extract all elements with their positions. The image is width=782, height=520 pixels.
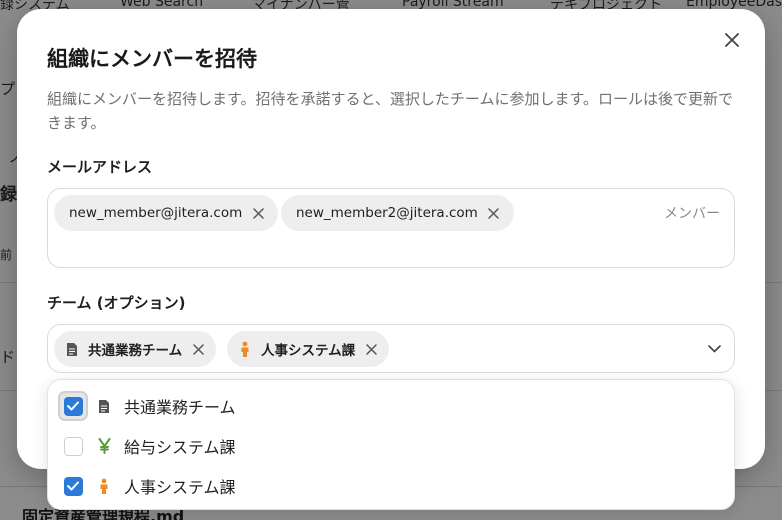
team-select[interactable]: 共通業務チーム 人事システム課 bbox=[47, 324, 735, 373]
close-icon bbox=[365, 343, 377, 355]
team-option-checkbox[interactable] bbox=[63, 476, 83, 496]
team-dropdown: 共通業務チーム 給与システム課 人事システム課 bbox=[47, 379, 735, 510]
document-icon bbox=[95, 396, 113, 416]
yen-icon bbox=[95, 436, 113, 456]
dropdown-toggle[interactable] bbox=[704, 339, 724, 359]
team-chip: 人事システム課 bbox=[227, 331, 390, 367]
team-chip-label: 人事システム課 bbox=[261, 343, 356, 359]
remove-team-button[interactable] bbox=[190, 341, 206, 357]
check-icon bbox=[67, 401, 79, 411]
person-icon bbox=[95, 476, 113, 496]
team-option-checkbox[interactable] bbox=[63, 396, 83, 416]
checkbox-focus-ring bbox=[60, 393, 86, 419]
team-option[interactable]: 給与システム課 bbox=[48, 426, 734, 466]
email-chip: new_member@jitera.com bbox=[54, 195, 279, 231]
modal-description: 組織にメンバーを招待します。招待を承諾すると、選択したチームに参加します。ロール… bbox=[47, 90, 733, 132]
close-icon bbox=[488, 207, 500, 219]
remove-team-button[interactable] bbox=[363, 341, 379, 357]
team-option[interactable]: 人事システム課 bbox=[48, 466, 734, 506]
email-label: メールアドレス bbox=[47, 158, 153, 176]
close-icon bbox=[252, 207, 264, 219]
close-icon bbox=[192, 343, 204, 355]
team-option-label: 人事システム課 bbox=[124, 478, 236, 497]
email-placeholder: メンバー bbox=[664, 206, 720, 222]
team-option[interactable]: 共通業務チーム bbox=[48, 386, 734, 426]
team-option-checkbox[interactable] bbox=[63, 436, 83, 456]
document-icon bbox=[62, 339, 82, 359]
email-chip-label: new_member2@jitera.com bbox=[296, 205, 478, 221]
remove-email-button[interactable] bbox=[486, 205, 502, 221]
checkbox-wrap bbox=[60, 433, 86, 459]
team-option-label: 給与システム課 bbox=[124, 438, 236, 457]
person-icon bbox=[235, 339, 255, 359]
team-chip-label: 共通業務チーム bbox=[88, 343, 183, 359]
remove-email-button[interactable] bbox=[250, 205, 266, 221]
close-button[interactable] bbox=[719, 27, 745, 53]
team-option-label: 共通業務チーム bbox=[124, 398, 236, 417]
team-chip: 共通業務チーム bbox=[54, 331, 217, 367]
chevron-down-icon bbox=[707, 345, 721, 353]
check-icon bbox=[67, 481, 79, 491]
modal-title: 組織にメンバーを招待 bbox=[47, 47, 257, 71]
email-chip: new_member2@jitera.com bbox=[281, 195, 514, 231]
checkbox-wrap bbox=[60, 473, 86, 499]
team-label: チーム (オプション) bbox=[47, 294, 186, 312]
close-icon bbox=[725, 33, 739, 47]
email-input[interactable]: new_member@jitera.com new_member2@jitera… bbox=[47, 188, 735, 268]
email-chip-label: new_member@jitera.com bbox=[69, 205, 243, 221]
